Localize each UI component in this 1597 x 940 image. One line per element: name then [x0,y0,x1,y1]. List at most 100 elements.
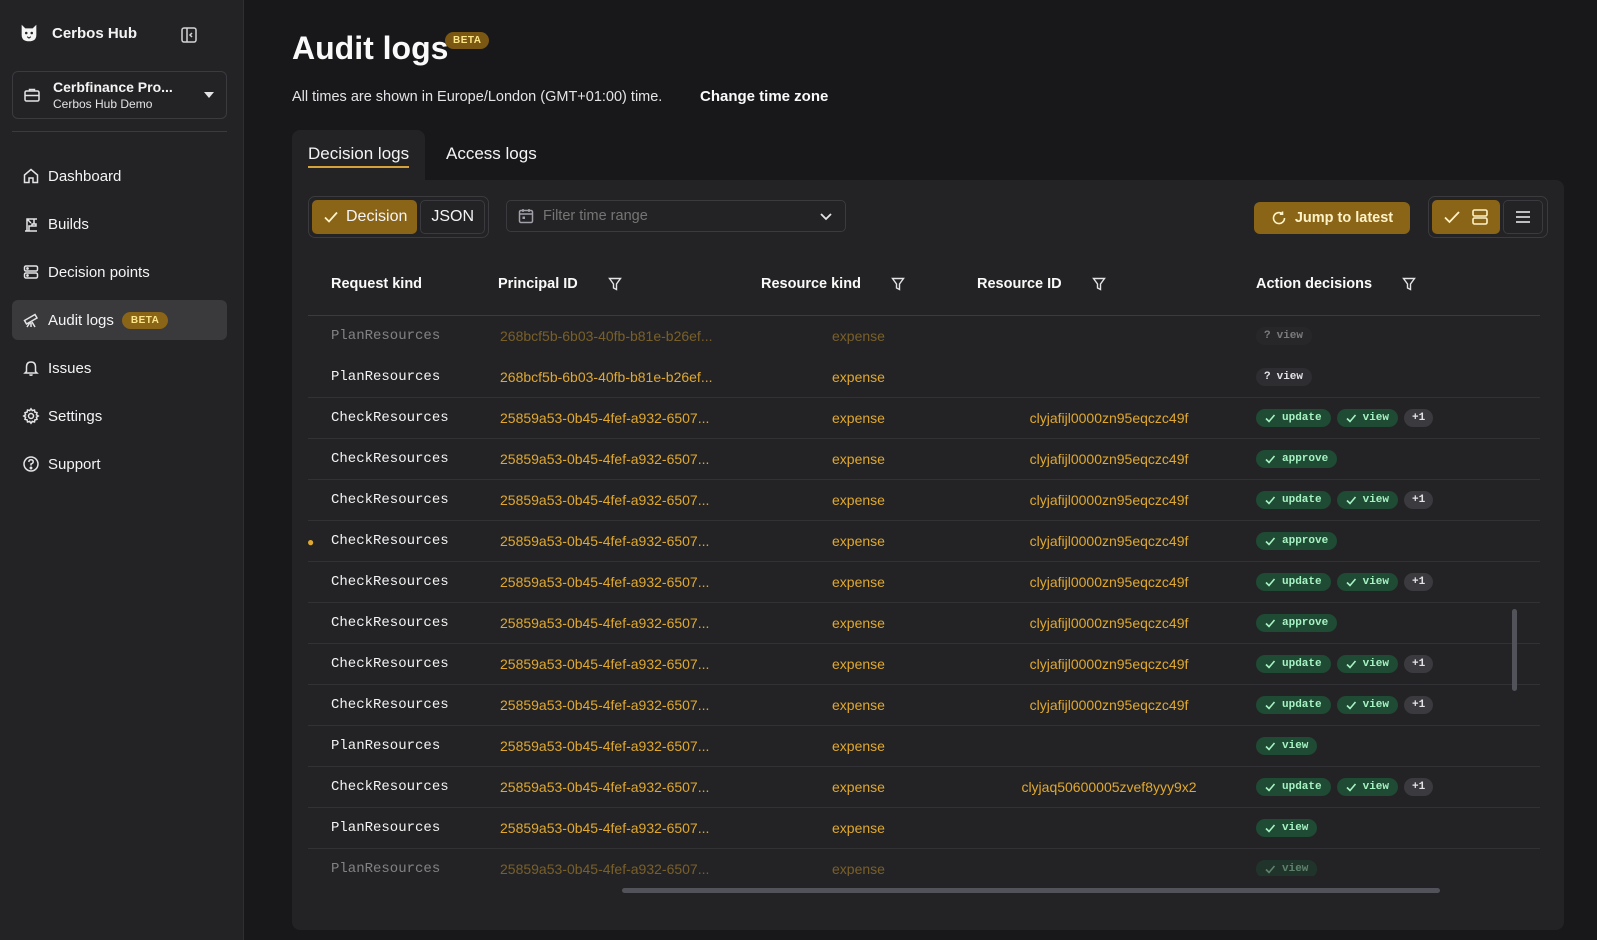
more-actions-badge[interactable]: +1 [1404,409,1434,427]
more-actions-badge[interactable]: +1 [1404,573,1434,591]
column-header-action-decisions[interactable]: Action decisions [1256,276,1416,292]
expanded-density-button[interactable] [1432,200,1500,234]
sidebar-item-settings[interactable]: Settings [12,396,227,436]
resource-kind-link[interactable]: expense [832,533,885,549]
more-actions-badge[interactable]: +1 [1404,778,1434,796]
table-row[interactable]: CheckResources 25859a53-0b45-4fef-a932-65… [308,562,1540,603]
action-allow-badge: update [1256,573,1331,591]
column-header-resource-id[interactable]: Resource ID [977,276,1106,292]
resource-id-link[interactable]: clyjafijl0000zn95eqczc49f [974,615,1244,631]
request-kind-cell: CheckResources [331,615,449,631]
action-decisions-cell: approve [1256,614,1338,632]
sidebar-item-issues[interactable]: Issues [12,348,227,388]
resource-kind-link[interactable]: expense [832,615,885,631]
table-row[interactable]: CheckResources 25859a53-0b45-4fef-a932-65… [308,603,1540,644]
more-actions-badge[interactable]: +1 [1404,696,1434,714]
resource-kind-link[interactable]: expense [832,328,885,344]
table-row[interactable]: CheckResources 25859a53-0b45-4fef-a932-65… [308,439,1540,480]
table-row[interactable]: CheckResources 25859a53-0b45-4fef-a932-65… [308,398,1540,439]
principal-id-link[interactable]: 268bcf5b-6b03-40fb-b81e-b26ef... [500,369,740,385]
principal-id-link[interactable]: 25859a53-0b45-4fef-a932-6507... [500,451,740,467]
resource-kind-link[interactable]: expense [832,697,885,713]
filter-icon[interactable] [891,277,905,291]
table-row[interactable]: PlanResources 268bcf5b-6b03-40fb-b81e-b26… [308,316,1540,357]
resource-id-link[interactable]: clyjafijl0000zn95eqczc49f [974,492,1244,508]
compact-density-button[interactable] [1503,200,1543,234]
time-range-filter[interactable] [506,200,846,232]
resource-kind-link[interactable]: expense [832,779,885,795]
badge-label: view [1362,494,1390,506]
tab-label: Decision logs [308,144,410,168]
principal-id-link[interactable]: 25859a53-0b45-4fef-a932-6507... [500,656,740,672]
table-row[interactable]: PlanResources 25859a53-0b45-4fef-a932-650… [308,849,1540,876]
brand[interactable]: Cerbos Hub [18,22,137,44]
principal-id-link[interactable]: 25859a53-0b45-4fef-a932-6507... [500,533,740,549]
column-header-principal-id[interactable]: Principal ID [498,276,622,292]
table-row[interactable]: CheckResources 25859a53-0b45-4fef-a932-65… [308,480,1540,521]
resource-id-link[interactable]: clyjaq50600005zvef8yyy9x2 [974,779,1244,795]
sidebar-item-decision-points[interactable]: Decision points [12,252,227,292]
resource-id-link[interactable]: clyjafijl0000zn95eqczc49f [974,656,1244,672]
more-actions-badge[interactable]: +1 [1404,491,1434,509]
more-actions-badge[interactable]: +1 [1404,655,1434,673]
jump-to-latest-button[interactable]: Jump to latest [1254,202,1410,234]
filter-icon[interactable] [1091,277,1106,291]
principal-id-link[interactable]: 268bcf5b-6b03-40fb-b81e-b26ef... [500,328,740,344]
sidebar-item-audit-logs[interactable]: Audit logs BETA [12,300,227,340]
resource-id-link[interactable]: clyjafijl0000zn95eqczc49f [974,410,1244,426]
badge-label: update [1282,699,1322,711]
tab-access-logs[interactable]: Access logs [430,130,553,180]
filter-icon[interactable] [607,277,622,291]
resource-kind-link[interactable]: expense [832,574,885,590]
resource-kind-link[interactable]: expense [832,410,885,426]
resource-kind-link[interactable]: expense [832,369,885,385]
decision-view-button[interactable]: Decision [312,200,418,234]
resource-kind-link[interactable]: expense [832,656,885,672]
badge-label: +1 [1412,494,1426,506]
resource-id-link[interactable]: clyjafijl0000zn95eqczc49f [974,574,1244,590]
server-icon [23,265,39,279]
table-row[interactable]: PlanResources 268bcf5b-6b03-40fb-b81e-b26… [308,357,1540,398]
principal-id-link[interactable]: 25859a53-0b45-4fef-a932-6507... [500,492,740,508]
sidebar-collapse-icon[interactable] [180,26,198,44]
principal-id-link[interactable]: 25859a53-0b45-4fef-a932-6507... [500,410,740,426]
sidebar-item-dashboard[interactable]: Dashboard [12,156,227,196]
change-time-zone-link[interactable]: Change time zone [700,88,828,105]
tab-decision-logs[interactable]: Decision logs [292,130,426,180]
table-row[interactable]: ● CheckResources 25859a53-0b45-4fef-a932-6… [308,521,1540,562]
vertical-scrollbar[interactable] [1512,609,1517,691]
request-kind-cell: CheckResources [331,574,449,590]
resource-kind-link[interactable]: expense [832,492,885,508]
organization-selector[interactable]: Cerbfinance Pro... Cerbos Hub Demo [12,71,227,119]
action-allow-badge: approve [1256,614,1338,632]
time-range-input[interactable] [543,208,817,224]
principal-id-link[interactable]: 25859a53-0b45-4fef-a932-6507... [500,615,740,631]
column-header-request-kind[interactable]: Request kind [331,276,422,292]
principal-id-link[interactable]: 25859a53-0b45-4fef-a932-6507... [500,697,740,713]
table-row[interactable]: PlanResources 25859a53-0b45-4fef-a932-650… [308,808,1540,849]
table-row[interactable]: CheckResources 25859a53-0b45-4fef-a932-65… [308,685,1540,726]
resource-id-link[interactable]: clyjafijl0000zn95eqczc49f [974,697,1244,713]
sidebar-item-support[interactable]: Support [12,444,227,484]
resource-id-link[interactable]: clyjafijl0000zn95eqczc49f [974,533,1244,549]
resource-kind-link[interactable]: expense [832,861,885,876]
principal-id-link[interactable]: 25859a53-0b45-4fef-a932-6507... [500,861,740,876]
action-allow-badge: view [1256,860,1318,876]
check-icon [1265,619,1276,628]
resource-kind-link[interactable]: expense [832,451,885,467]
principal-id-link[interactable]: 25859a53-0b45-4fef-a932-6507... [500,574,740,590]
horizontal-scrollbar[interactable] [622,888,1440,893]
resource-id-link[interactable]: clyjafijl0000zn95eqczc49f [974,451,1244,467]
principal-id-link[interactable]: 25859a53-0b45-4fef-a932-6507... [500,738,740,754]
filter-icon[interactable] [1402,277,1416,291]
column-header-resource-kind[interactable]: Resource kind [761,276,905,292]
json-view-button[interactable]: JSON [420,200,486,234]
principal-id-link[interactable]: 25859a53-0b45-4fef-a932-6507... [500,779,740,795]
sidebar-item-builds[interactable]: Builds [12,204,227,244]
resource-kind-link[interactable]: expense [832,820,885,836]
table-row[interactable]: CheckResources 25859a53-0b45-4fef-a932-65… [308,644,1540,685]
table-row[interactable]: PlanResources 25859a53-0b45-4fef-a932-650… [308,726,1540,767]
principal-id-link[interactable]: 25859a53-0b45-4fef-a932-6507... [500,820,740,836]
resource-kind-link[interactable]: expense [832,738,885,754]
table-row[interactable]: CheckResources 25859a53-0b45-4fef-a932-65… [308,767,1540,808]
